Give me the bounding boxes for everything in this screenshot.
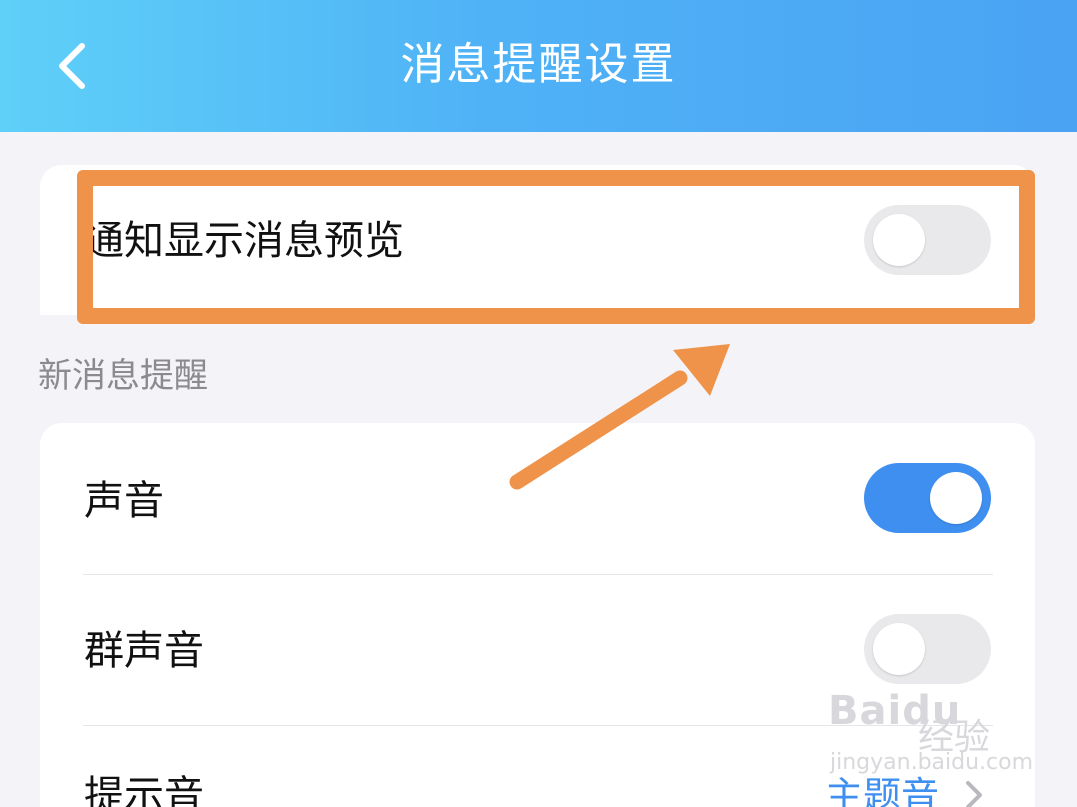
tone-label: 提示音 (84, 773, 204, 807)
settings-screen: 消息提醒设置 通知显示消息预览 新消息提醒 声音 群声音 提示音 主题音 Bai… (0, 0, 1077, 807)
page-title: 消息提醒设置 (400, 39, 677, 90)
sound-label: 声音 (84, 478, 164, 524)
sound-toggle[interactable] (864, 463, 991, 533)
group-sound-toggle[interactable] (864, 614, 991, 684)
nav-header: 消息提醒设置 (0, 0, 1077, 132)
section-label-new-message: 新消息提醒 (38, 356, 208, 396)
watermark: Baidu 经验 jingyan.baidu.com (828, 688, 1033, 788)
group-sound-label: 群声音 (84, 628, 204, 674)
annotation-arrow-icon (509, 344, 730, 490)
annotation-highlight-box (77, 170, 1035, 324)
watermark-url: jingyan.baidu.com (830, 750, 1034, 775)
toggle-knob (873, 623, 925, 675)
toggle-knob (930, 472, 982, 524)
